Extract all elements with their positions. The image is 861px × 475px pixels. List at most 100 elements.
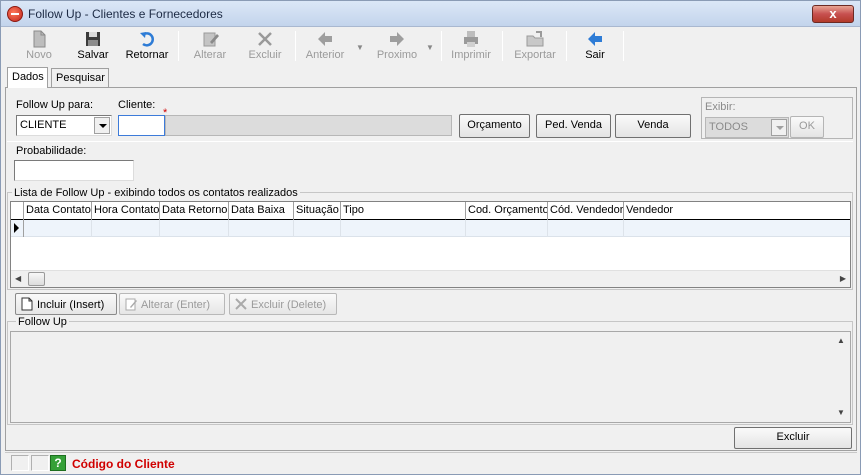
- delete-x-icon: [256, 30, 274, 48]
- sair-button[interactable]: Sair: [577, 29, 613, 63]
- excluir-row-label: Excluir (Delete): [251, 299, 327, 311]
- title-bar: Follow Up - Clientes e Fornecedores x: [1, 1, 860, 27]
- table-cell[interactable]: [24, 220, 92, 237]
- app-logo-icon: [7, 6, 23, 22]
- salvar-label: Salvar: [77, 49, 109, 61]
- chevron-down-icon[interactable]: [94, 117, 110, 134]
- table-cell[interactable]: [160, 220, 229, 237]
- alterar-label: Alterar: [193, 49, 227, 61]
- excluir-row-button[interactable]: Excluir (Delete): [229, 293, 337, 315]
- venda-button[interactable]: Venda: [615, 114, 691, 138]
- table-cell[interactable]: [229, 220, 294, 237]
- edit-pencil-icon: [201, 30, 219, 48]
- retornar-label: Retornar: [125, 49, 169, 61]
- excluir-toolbar-button[interactable]: Excluir: [243, 29, 287, 63]
- status-cell: [31, 455, 49, 471]
- arrow-left-icon: [316, 30, 334, 48]
- probabilidade-input[interactable]: [14, 160, 134, 181]
- printer-icon: [462, 30, 480, 48]
- alterar-row-label: Alterar (Enter): [141, 299, 211, 311]
- scroll-up-icon[interactable]: ▲: [837, 336, 845, 345]
- row-pointer-icon: [11, 220, 24, 237]
- col-data-retorno[interactable]: Data Retorno: [160, 202, 229, 220]
- col-cod-orcamento[interactable]: Cod. Orçamento: [466, 202, 548, 220]
- chevron-down-icon[interactable]: [771, 119, 787, 136]
- col-data-contato[interactable]: Data Contato: [24, 202, 92, 220]
- anterior-button[interactable]: Anterior: [303, 29, 347, 63]
- cliente-code-input[interactable]: [118, 115, 165, 136]
- exportar-label: Exportar: [514, 49, 556, 61]
- col-tipo[interactable]: Tipo: [341, 202, 466, 220]
- toolbar-separator: [178, 31, 179, 61]
- toolbar: Novo Salvar Retornar Alterar Excluir Ant…: [5, 29, 857, 65]
- arrow-right-icon: [388, 30, 406, 48]
- col-situacao[interactable]: Situação: [294, 202, 341, 220]
- col-vendedor[interactable]: Vendedor: [624, 202, 850, 220]
- orcamento-button[interactable]: Orçamento: [459, 114, 530, 138]
- table-cell[interactable]: [466, 220, 548, 237]
- exportar-button[interactable]: Exportar: [510, 29, 560, 63]
- alterar-button[interactable]: Alterar: [188, 29, 232, 63]
- help-icon[interactable]: ?: [50, 455, 66, 471]
- incluir-label: Incluir (Insert): [37, 299, 105, 311]
- anterior-label: Anterior: [305, 49, 345, 61]
- sair-label: Sair: [585, 49, 605, 61]
- col-data-baixa[interactable]: Data Baixa: [229, 202, 294, 220]
- new-document-icon: [20, 297, 34, 311]
- col-hora-contato[interactable]: Hora Contato: [92, 202, 160, 220]
- novo-label: Novo: [26, 49, 52, 61]
- exit-arrow-icon: [586, 30, 604, 48]
- horizontal-scrollbar[interactable]: ◀ ▶: [11, 270, 850, 287]
- proximo-button[interactable]: Proximo: [373, 29, 421, 63]
- divider: [7, 141, 853, 142]
- incluir-button[interactable]: Incluir (Insert): [15, 293, 117, 315]
- imprimir-button[interactable]: Imprimir: [448, 29, 494, 63]
- exibir-label: Exibir:: [705, 101, 736, 113]
- scroll-left-icon[interactable]: ◀: [15, 274, 21, 283]
- imprimir-label: Imprimir: [451, 49, 491, 61]
- proximo-dropdown-icon[interactable]: ▼: [426, 43, 434, 52]
- followup-memo-textarea[interactable]: ▲ ▼: [10, 331, 851, 423]
- scroll-right-icon[interactable]: ▶: [840, 274, 846, 283]
- followup-para-select[interactable]: CLIENTE: [16, 115, 112, 136]
- toolbar-separator: [295, 31, 296, 61]
- tab-pesquisar[interactable]: Pesquisar: [51, 68, 109, 88]
- toolbar-separator: [441, 31, 442, 61]
- grid-indicator-header: [11, 202, 24, 220]
- retornar-button[interactable]: Retornar: [123, 29, 171, 63]
- probabilidade-label: Probabilidade:: [16, 145, 87, 157]
- proximo-label: Proximo: [376, 49, 418, 61]
- table-row[interactable]: [11, 220, 850, 237]
- status-hint-text: Código do Cliente: [72, 457, 175, 471]
- export-folder-icon: [526, 30, 544, 48]
- scroll-thumb[interactable]: [28, 272, 45, 286]
- alterar-row-button[interactable]: Alterar (Enter): [119, 293, 225, 315]
- table-cell[interactable]: [548, 220, 624, 237]
- tab-dados[interactable]: Dados: [7, 67, 48, 88]
- followup-window: Follow Up - Clientes e Fornecedores x No…: [0, 0, 861, 475]
- toolbar-separator: [502, 31, 503, 61]
- novo-button[interactable]: Novo: [19, 29, 59, 63]
- exibir-value: TODOS: [709, 121, 748, 133]
- ok-button[interactable]: OK: [790, 116, 824, 138]
- delete-x-icon: [234, 297, 248, 311]
- excluir-footer-button[interactable]: Excluir: [734, 427, 852, 449]
- save-disk-icon: [84, 30, 102, 48]
- exibir-select[interactable]: TODOS: [705, 117, 789, 138]
- toolbar-separator: [623, 31, 624, 61]
- followup-list-title: Lista de Follow Up - exibindo todos os c…: [12, 187, 300, 199]
- col-cod-vendedor[interactable]: Cód. Vendedor: [548, 202, 624, 220]
- toolbar-separator: [566, 31, 567, 61]
- table-cell[interactable]: [294, 220, 341, 237]
- table-cell[interactable]: [341, 220, 466, 237]
- followup-memo-title: Follow Up: [16, 316, 69, 328]
- table-cell[interactable]: [92, 220, 160, 237]
- vertical-scrollbar[interactable]: ▲ ▼: [833, 332, 850, 422]
- scroll-down-icon[interactable]: ▼: [837, 408, 845, 417]
- followup-grid[interactable]: Data Contato Hora Contato Data Retorno D…: [10, 201, 851, 288]
- salvar-button[interactable]: Salvar: [73, 29, 113, 63]
- ped-venda-button[interactable]: Ped. Venda: [536, 114, 611, 138]
- anterior-dropdown-icon[interactable]: ▼: [356, 43, 364, 52]
- close-button[interactable]: x: [812, 5, 854, 23]
- grid-header: Data Contato Hora Contato Data Retorno D…: [11, 202, 850, 220]
